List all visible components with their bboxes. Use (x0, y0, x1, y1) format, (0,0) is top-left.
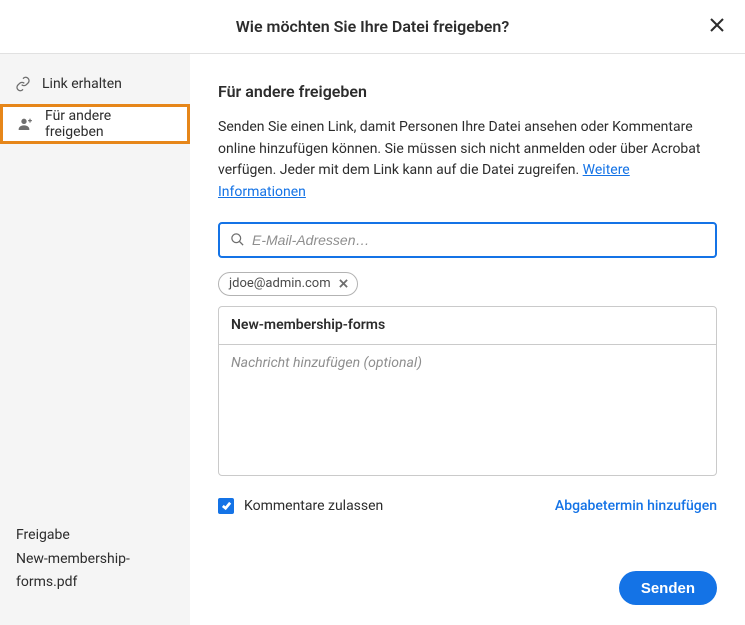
chip-email: jdoe@admin.com (229, 276, 331, 291)
recipient-chip[interactable]: jdoe@admin.com (218, 272, 358, 296)
recipient-chips: jdoe@admin.com (218, 272, 717, 296)
main-panel: Für andere freigeben Senden Sie einen Li… (190, 54, 745, 625)
sidebar-footer: Freigabe New-membership-forms.pdf (0, 524, 190, 625)
link-icon (14, 75, 32, 93)
section-title: Für andere freigeben (218, 82, 717, 101)
checkbox-icon (218, 498, 234, 514)
email-input[interactable] (252, 232, 709, 248)
sidebar-item-get-link[interactable]: Link erhalten (0, 64, 190, 104)
message-textarea[interactable] (219, 345, 716, 471)
share-label: Freigabe (16, 524, 174, 546)
allow-comments-checkbox[interactable]: Kommentare zulassen (218, 498, 383, 514)
description-text: Senden Sie einen Link, damit Personen Ih… (218, 117, 717, 204)
search-icon (228, 231, 246, 249)
share-filename: New-membership-forms.pdf (16, 548, 174, 593)
chip-remove-button[interactable] (337, 277, 351, 291)
add-due-date-link[interactable]: Abgabetermin hinzufügen (555, 498, 717, 514)
dialog-header: Wie möchten Sie Ihre Datei freigeben? (0, 0, 745, 54)
email-input-row[interactable] (218, 222, 717, 258)
sidebar-item-label: Für andere freigeben (45, 108, 173, 140)
close-button[interactable] (707, 17, 727, 37)
sidebar-item-share-others[interactable]: Für andere freigeben (0, 104, 190, 144)
allow-comments-label: Kommentare zulassen (244, 498, 383, 514)
close-icon (710, 18, 724, 36)
sidebar-item-label: Link erhalten (42, 76, 122, 92)
send-button[interactable]: Senden (619, 571, 717, 605)
subject-field[interactable]: New-membership-forms (219, 307, 716, 345)
person-add-icon (17, 115, 35, 133)
message-panel: New-membership-forms (218, 306, 717, 476)
sidebar: Link erhalten Für andere freigeben Freig… (0, 54, 190, 625)
dialog-title: Wie möchten Sie Ihre Datei freigeben? (236, 17, 509, 36)
